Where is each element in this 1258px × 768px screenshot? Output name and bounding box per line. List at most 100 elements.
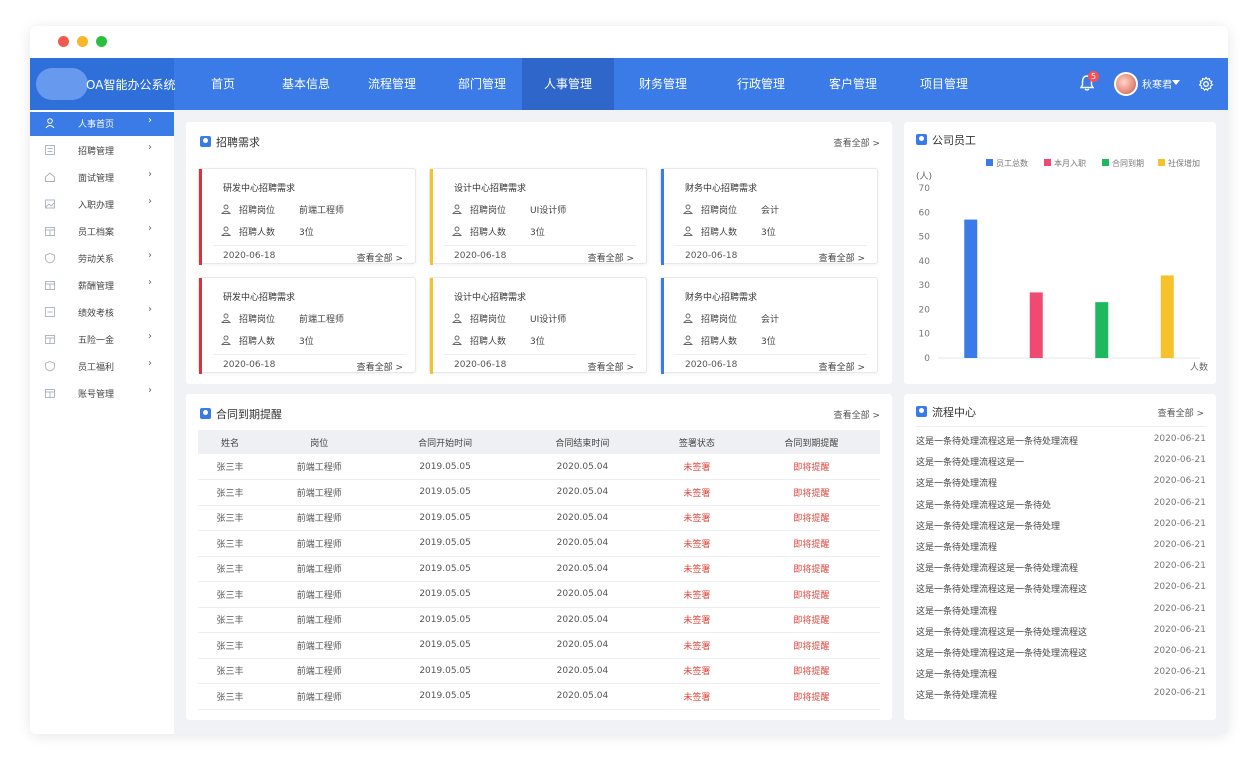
table-row[interactable]: 张三丰 前端工程师 2019.05.05 2020.05.04 未签署 即将提醒	[198, 556, 880, 582]
flow-item-text: 这是一条待处理流程这是一条待处理流程这	[916, 627, 1088, 638]
person-icon	[45, 118, 55, 129]
sidebar-item[interactable]: 账号管理 ›	[30, 382, 174, 406]
table-row[interactable]: 张三丰 前端工程师 2019.05.05 2020.05.04 未签署 即将提醒	[198, 530, 880, 557]
sidebar-item[interactable]: 入职办理 ›	[30, 193, 174, 217]
divider	[444, 245, 636, 246]
field-value: UI设计师	[530, 206, 567, 216]
maximize-window-button[interactable]	[96, 36, 107, 47]
bar	[964, 219, 978, 358]
list-item[interactable]: 这是一条待处理流程这是一条待处理流程 2020-06-21	[916, 557, 1206, 578]
legend-swatch	[1102, 159, 1109, 166]
table-cell: 前端工程师	[262, 581, 377, 608]
recruit-card-more-link[interactable]: 查看全部 >	[357, 251, 403, 264]
nav-item[interactable]: 基本信息	[268, 58, 344, 110]
flow-item-date: 2020-06-21	[1153, 476, 1206, 487]
field-value: 3位	[530, 228, 545, 238]
minimize-window-button[interactable]	[77, 36, 88, 47]
recruit-card-more-link[interactable]: 查看全部 >	[819, 251, 865, 264]
y-tick-label: 30	[919, 281, 931, 291]
recruit-card-more-link[interactable]: 查看全部 >	[819, 360, 865, 373]
recruit-card[interactable]: 研发中心招聘需求 招聘岗位 前端工程师 招聘人数 3位 2020-06-18 查看全部 >	[198, 277, 416, 374]
list-item[interactable]: 这是一条待处理流程这是一条待处理流程 2020-06-21	[916, 430, 1206, 451]
sidebar-item[interactable]: 招聘管理 ›	[30, 139, 174, 163]
gear-icon[interactable]	[1198, 76, 1214, 92]
chevron-down-icon[interactable]	[1172, 80, 1180, 85]
sidebar-item-label: 招聘管理	[78, 147, 115, 157]
sidebar-item[interactable]: 人事首页 ›	[30, 112, 174, 136]
table-cell: 未签署	[651, 581, 743, 608]
recruit-card[interactable]: 设计中心招聘需求 招聘岗位 UI设计师 招聘人数 3位 2020-06-18 查看全部 >	[429, 168, 647, 265]
sidebar-item[interactable]: 劳动关系 ›	[30, 247, 174, 271]
list-item[interactable]: 这是一条待处理流程 2020-06-21	[916, 536, 1206, 557]
list-item[interactable]: 这是一条待处理流程这是一条待处 2020-06-21	[916, 494, 1206, 515]
recruit-card-date: 2020-06-18	[223, 360, 276, 370]
sidebar-item[interactable]: 薪酬管理 ›	[30, 274, 174, 298]
brand[interactable]: OA智能办公系统	[30, 58, 175, 110]
recruit-more-link[interactable]: 查看全部 >	[834, 136, 880, 149]
list-item[interactable]: 这是一条待处理流程 2020-06-21	[916, 472, 1206, 493]
table-row[interactable]: 张三丰 前端工程师 2019.05.05 2020.05.04 未签署 即将提醒	[198, 505, 880, 531]
list-item[interactable]: 这是一条待处理流程 2020-06-21	[916, 684, 1206, 705]
table-cell: 未签署	[651, 530, 743, 557]
recruit-card-date: 2020-06-18	[685, 360, 738, 370]
nav-item[interactable]: 行政管理	[722, 58, 800, 110]
close-window-button[interactable]	[58, 36, 69, 47]
list-item[interactable]: 这是一条待处理流程 2020-06-21	[916, 600, 1206, 621]
nav-item[interactable]: 人事管理	[522, 58, 614, 110]
list-item[interactable]: 这是一条待处理流程这是一 2020-06-21	[916, 451, 1206, 472]
table-cell: 2020.05.04	[513, 479, 652, 506]
table-row[interactable]: 张三丰 前端工程师 2019.05.05 2020.05.04 未签署 即将提醒	[198, 581, 880, 608]
nav-item[interactable]: 首页	[198, 58, 248, 110]
table-row[interactable]: 张三丰 前端工程师 2019.05.05 2020.05.04 未签署 即将提醒	[198, 454, 880, 480]
table-cell: 张三丰	[198, 479, 262, 506]
sidebar-item[interactable]: 员工档案 ›	[30, 220, 174, 244]
card-accent	[661, 278, 664, 374]
table-cell: 未签署	[651, 454, 743, 480]
nav-item[interactable]: 项目管理	[906, 58, 982, 110]
table-row[interactable]: 张三丰 前端工程师 2019.05.05 2020.05.04 未签署 即将提醒	[198, 607, 880, 633]
list-item[interactable]: 这是一条待处理流程 2020-06-21	[916, 663, 1206, 684]
table-cell: 2019.05.05	[376, 556, 514, 582]
username[interactable]: 秋寒君	[1142, 76, 1172, 91]
list-item[interactable]: 这是一条待处理流程这是一条待处理流程这 2020-06-21	[916, 578, 1206, 599]
nav-item[interactable]: 客户管理	[814, 58, 892, 110]
y-tick-label: 0	[924, 354, 930, 364]
flow-item-date: 2020-06-21	[1153, 561, 1206, 572]
user-icon	[452, 335, 462, 345]
recruit-card-more-link[interactable]: 查看全部 >	[588, 251, 634, 264]
avatar[interactable]	[1114, 72, 1138, 96]
table-cell: 2019.05.05	[376, 505, 514, 531]
sidebar-item-label: 员工档案	[78, 228, 115, 238]
table-row[interactable]: 张三丰 前端工程师 2019.05.05 2020.05.04 未签署 即将提醒	[198, 632, 880, 659]
sidebar-item-label: 员工福利	[78, 363, 115, 373]
table-cell: 未签署	[651, 556, 743, 582]
chevron-right-icon: ›	[148, 223, 152, 234]
nav-item[interactable]: 财务管理	[624, 58, 702, 110]
sidebar-item[interactable]: 五险一金 ›	[30, 328, 174, 352]
table-row[interactable]: 张三丰 前端工程师 2019.05.05 2020.05.04 未签署 即将提醒	[198, 658, 880, 684]
table-row[interactable]: 张三丰 前端工程师 2019.05.05 2020.05.04 未签署 即将提醒	[198, 479, 880, 506]
sidebar-item[interactable]: 面试管理 ›	[30, 166, 174, 190]
sidebar-item[interactable]: 绩效考核 ›	[30, 301, 174, 325]
flow-item-date: 2020-06-21	[1153, 646, 1206, 656]
recruit-card[interactable]: 研发中心招聘需求 招聘岗位 前端工程师 招聘人数 3位 2020-06-18 查看全部 >	[198, 168, 416, 265]
nav-item[interactable]: 流程管理	[354, 58, 430, 110]
table-cell: 即将提醒	[742, 658, 880, 684]
table-cell: 2019.05.05	[376, 632, 514, 659]
chevron-right-icon: ›	[148, 304, 152, 315]
contracts-more-link[interactable]: 查看全部 >	[834, 408, 880, 421]
recruit-card[interactable]: 财务中心招聘需求 招聘岗位 会计 招聘人数 3位 2020-06-18 查看全部 >	[660, 277, 878, 374]
list-item[interactable]: 这是一条待处理流程这是一条待处理流程这 2020-06-21	[916, 642, 1206, 663]
nav-item[interactable]: 部门管理	[444, 58, 520, 110]
table-cell: 前端工程师	[262, 683, 377, 710]
list-item[interactable]: 这是一条待处理流程这是一条待处理 2020-06-21	[916, 515, 1206, 536]
flow-item-date: 2020-06-21	[1153, 455, 1206, 466]
table-row[interactable]: 张三丰 前端工程师 2019.05.05 2020.05.04 未签署 即将提醒	[198, 683, 880, 710]
flow-more-link[interactable]: 查看全部 >	[1158, 406, 1204, 419]
recruit-card-more-link[interactable]: 查看全部 >	[357, 360, 403, 373]
sidebar-item[interactable]: 员工福利 ›	[30, 355, 174, 379]
recruit-card-more-link[interactable]: 查看全部 >	[588, 360, 634, 373]
list-item[interactable]: 这是一条待处理流程这是一条待处理流程这 2020-06-21	[916, 621, 1206, 642]
recruit-card[interactable]: 设计中心招聘需求 招聘岗位 UI设计师 招聘人数 3位 2020-06-18 查看全部 >	[429, 277, 647, 374]
recruit-card[interactable]: 财务中心招聘需求 招聘岗位 会计 招聘人数 3位 2020-06-18 查看全部 >	[660, 168, 878, 265]
